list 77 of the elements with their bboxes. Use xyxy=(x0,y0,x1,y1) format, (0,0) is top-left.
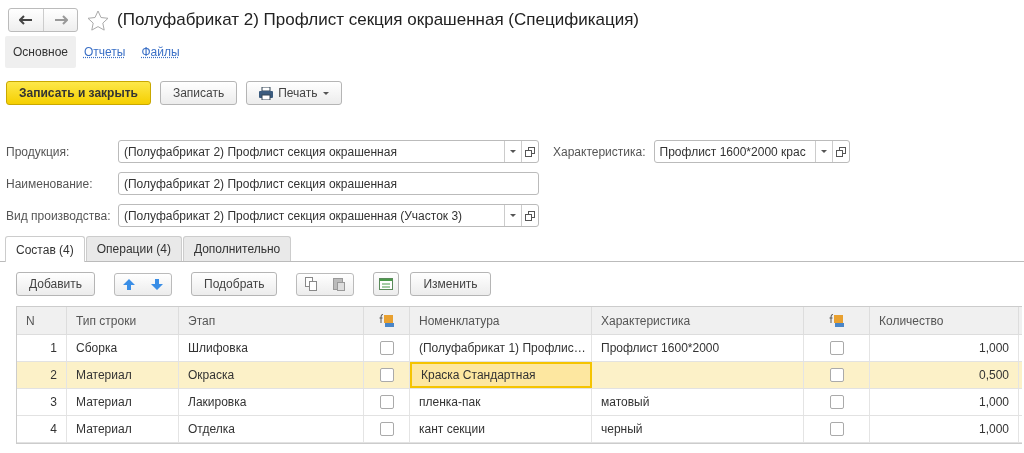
toolbar-button[interactable]: Добавить xyxy=(16,272,96,296)
table-cell: Материал xyxy=(67,389,179,415)
toolbar-button[interactable]: Подобрать xyxy=(191,272,278,296)
tab[interactable]: Дополнительно xyxy=(182,236,292,261)
table-cell: Отделка xyxy=(179,416,364,442)
caret-icon xyxy=(510,214,516,217)
table-cell: черный xyxy=(592,416,804,442)
down-arrow-icon xyxy=(151,278,164,290)
checkbox[interactable] xyxy=(829,341,844,355)
forward-arrow-icon xyxy=(53,15,68,25)
checkbox[interactable] xyxy=(379,422,394,436)
window-title: (Полуфабрикат 2) Профлист секция окрашенная (Спецификация) xyxy=(117,9,639,32)
field-label: Наименование: xyxy=(6,175,94,193)
input-field[interactable]: (Полуфабрикат 2) Профлист секция окрашенная xyxy=(118,172,539,195)
field-label: Продукция: xyxy=(6,143,71,161)
field-label: Вид производства: xyxy=(6,207,112,225)
table-settings-button[interactable] xyxy=(373,272,400,296)
section-link[interactable]: Основное xyxy=(5,36,76,68)
table-cell: 0,500 xyxy=(870,362,1019,388)
table-cell: 1,000 xyxy=(870,335,1019,361)
checkbox[interactable] xyxy=(829,368,844,382)
checkbox[interactable] xyxy=(829,422,844,436)
field-label: Характеристика: xyxy=(553,143,646,161)
tab[interactable]: Операции (4) xyxy=(85,236,182,261)
table-cell: Шлифовка xyxy=(179,335,364,361)
caret-icon xyxy=(510,150,516,153)
table-cell: пленка-пак xyxy=(410,389,592,415)
checkbox[interactable] xyxy=(379,368,394,382)
table-cell: Окраска xyxy=(179,362,364,388)
copy-icon xyxy=(305,277,318,291)
checkbox[interactable] xyxy=(379,395,394,409)
formula-icon xyxy=(828,313,845,328)
section-link[interactable]: Отчеты xyxy=(76,36,134,68)
table-cell: Лакировка xyxy=(179,389,364,415)
table-cell: Материал xyxy=(67,362,179,388)
caret-icon xyxy=(820,150,827,153)
characteristic-field[interactable]: Профлист 1600*2000 крас xyxy=(653,140,850,163)
save-button[interactable]: Записать xyxy=(159,81,238,105)
table-cell: 1,000 xyxy=(870,389,1019,415)
table-icon xyxy=(379,278,394,290)
table-cell: 3 xyxy=(17,389,67,415)
up-arrow-icon xyxy=(123,278,136,290)
tab[interactable]: Состав (4) xyxy=(5,236,85,262)
table-cell: Сборка xyxy=(67,335,179,361)
back-arrow-icon xyxy=(19,15,33,25)
checkbox[interactable] xyxy=(829,395,844,409)
table-cell: 1,000 xyxy=(870,416,1019,442)
open-window-icon xyxy=(835,146,846,157)
save-and-close-button[interactable]: Записать и закрыть xyxy=(6,81,151,105)
print-button[interactable]: Печать xyxy=(246,81,342,105)
table-cell: кант секции xyxy=(410,416,592,442)
table-cell: 2 xyxy=(17,362,67,388)
table-cell: Профлист 1600*2000 xyxy=(592,335,804,361)
open-window-icon xyxy=(525,210,535,221)
select-field[interactable]: (Полуфабрикат 2) Профлист секция окрашенная xyxy=(118,140,539,163)
column-header: N xyxy=(17,307,67,334)
table-cell: матовый xyxy=(592,389,804,415)
open-window-icon xyxy=(525,146,535,157)
clipboard-icon xyxy=(333,277,346,291)
toolbar-button[interactable]: Изменить xyxy=(410,272,491,296)
column-header: Тип строки xyxy=(67,307,179,334)
section-link[interactable]: Файлы xyxy=(133,36,188,68)
table-cell: Материал xyxy=(67,416,179,442)
star-icon[interactable] xyxy=(87,9,109,31)
column-header: Этап xyxy=(179,307,364,334)
table-cell: 4 xyxy=(17,416,67,442)
table-cell: 1 xyxy=(17,335,67,361)
printer-icon xyxy=(259,86,274,100)
select-field[interactable]: (Полуфабрикат 2) Профлист секция окрашенная (Участок 3) xyxy=(118,204,539,227)
formula-icon xyxy=(378,313,395,328)
table-cell: Краска Стандартная xyxy=(410,362,592,388)
column-header: Количество xyxy=(870,307,1019,334)
caret-icon xyxy=(322,91,329,95)
column-header: Номенклатура xyxy=(410,307,592,334)
column-header: Характеристика xyxy=(592,307,804,334)
table-cell: (Полуфабрикат 1) Профлис… xyxy=(410,335,592,361)
checkbox[interactable] xyxy=(379,341,394,355)
